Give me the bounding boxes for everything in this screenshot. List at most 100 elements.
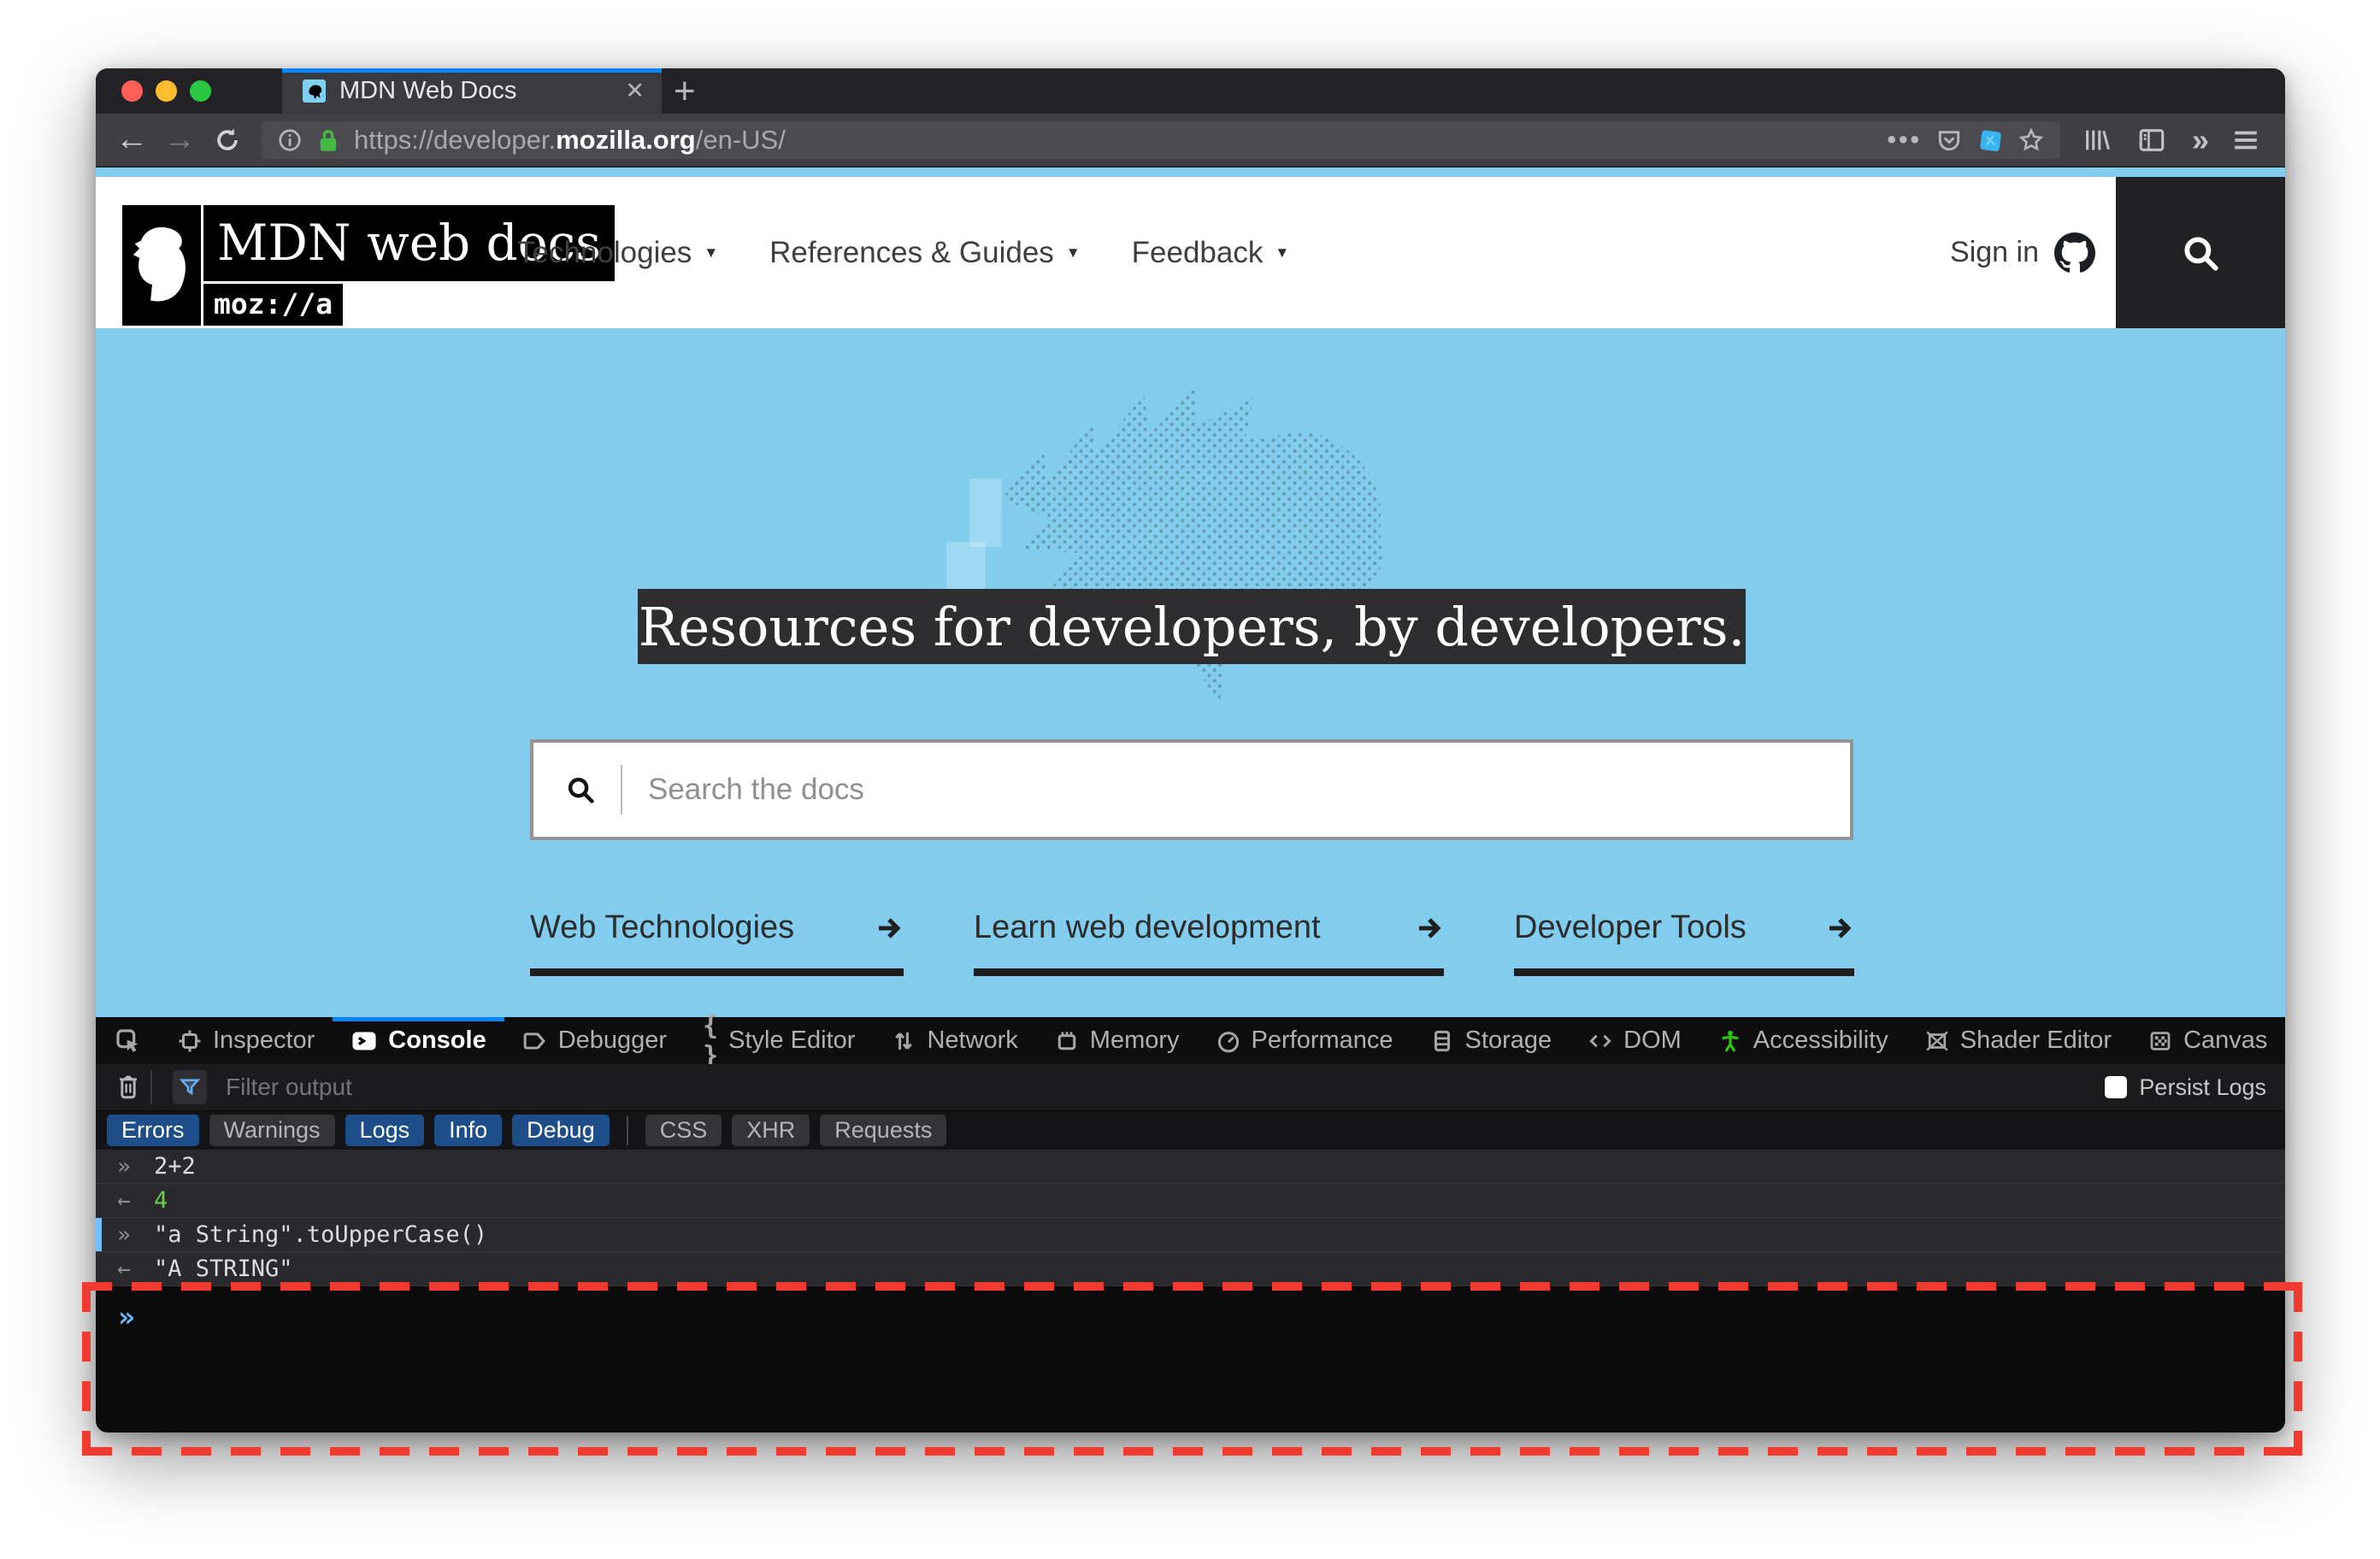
- close-window-button[interactable]: [121, 80, 143, 102]
- docs-search-box[interactable]: [530, 739, 1853, 840]
- filter-output-input[interactable]: [226, 1074, 2106, 1101]
- new-tab-button[interactable]: +: [674, 70, 696, 113]
- divider: [150, 1070, 152, 1104]
- filter-debug[interactable]: Debug: [512, 1115, 610, 1146]
- devtools-tab-style-editor[interactable]: { } Style Editor: [685, 1011, 873, 1071]
- console-input-entry[interactable]: » "a String".toUpperCase(): [96, 1218, 2285, 1252]
- console-input-area[interactable]: »: [96, 1286, 2285, 1433]
- persist-logs-label: Persist Logs: [2139, 1074, 2266, 1100]
- divider: [621, 765, 622, 815]
- devtools-tab-shader-editor[interactable]: Shader Editor: [1906, 1017, 2130, 1064]
- console-result-entry[interactable]: ← "A STRING": [96, 1252, 2285, 1286]
- pick-element-button[interactable]: [115, 1027, 142, 1055]
- site-info-icon[interactable]: [277, 127, 303, 153]
- nav-technologies[interactable]: Technologies ▼: [517, 236, 718, 270]
- mozilla-wordmark: moz://a: [203, 284, 344, 326]
- persist-logs-checkbox[interactable]: [2105, 1076, 2128, 1098]
- filter-funnel-icon: [179, 1079, 201, 1096]
- console-output: » 2+2 ← 4 » "a String".toUpperCase() ← "…: [96, 1150, 2285, 1286]
- mdn-favicon-icon: [303, 79, 326, 103]
- devtools-tab-storage[interactable]: Storage: [1411, 1017, 1570, 1064]
- filter-requests[interactable]: Requests: [820, 1115, 947, 1146]
- browser-toolbar: ← → https://developer.mozilla.org/en-US/…: [96, 114, 2285, 168]
- browser-window: MDN Web Docs ✕ + ← → https://developer.m…: [96, 68, 2285, 1433]
- filter-errors[interactable]: Errors: [107, 1115, 199, 1146]
- extension-icon[interactable]: [1976, 126, 2004, 154]
- github-icon[interactable]: [2054, 232, 2095, 274]
- sign-in[interactable]: Sign in: [1950, 177, 2095, 328]
- browser-tab[interactable]: MDN Web Docs ✕: [282, 68, 662, 114]
- nav-feedback[interactable]: Feedback ▼: [1132, 236, 1290, 270]
- page-top-strip: [96, 168, 2285, 177]
- devtools-tab-dom[interactable]: DOM: [1570, 1017, 1700, 1064]
- devtools-tab-inspector[interactable]: Inspector: [159, 1017, 333, 1064]
- filter-toggle-button[interactable]: [173, 1070, 207, 1104]
- selected-row-marker: [96, 1218, 102, 1251]
- console-expression: "a String".toUpperCase(): [154, 1221, 488, 1248]
- link-learn-web-development[interactable]: Learn web development: [974, 909, 1444, 976]
- reload-button[interactable]: [203, 126, 251, 155]
- traffic-lights: [121, 80, 211, 102]
- sidebar-icon[interactable]: [2137, 126, 2166, 155]
- forward-button[interactable]: →: [156, 121, 203, 158]
- filter-info[interactable]: Info: [434, 1115, 503, 1146]
- inspector-icon: [179, 1030, 201, 1051]
- devtools-tabbar: Inspector Console Debugger { } Style Edi…: [96, 1011, 2285, 1071]
- storage-icon: [1434, 1030, 1450, 1051]
- clear-console-icon[interactable]: [115, 1073, 142, 1102]
- pocket-icon[interactable]: [1935, 126, 1963, 154]
- bookmark-star-icon[interactable]: [2018, 126, 2045, 154]
- library-icon[interactable]: [2082, 126, 2112, 155]
- devtools-tab-canvas[interactable]: Canvas: [2130, 1017, 2285, 1064]
- link-underline: [974, 968, 1444, 976]
- network-icon: [895, 1032, 913, 1050]
- link-web-technologies[interactable]: Web Technologies: [530, 909, 904, 976]
- link-underline: [530, 968, 904, 976]
- tab-close-icon[interactable]: ✕: [625, 79, 645, 103]
- search-icon: [568, 777, 594, 803]
- sign-in-label[interactable]: Sign in: [1950, 236, 2039, 269]
- minimize-window-button[interactable]: [156, 80, 177, 102]
- devtools-tab-accessibility[interactable]: Accessibility: [1700, 1017, 1906, 1064]
- nav-references-guides[interactable]: References & Guides ▼: [769, 236, 1081, 270]
- link-developer-tools[interactable]: Developer Tools: [1514, 909, 1854, 976]
- devtools-tab-performance[interactable]: Performance: [1198, 1017, 1411, 1064]
- mdn-nav: Technologies ▼ References & Guides ▼ Feedb…: [517, 177, 1340, 328]
- console-result-entry[interactable]: ← 4: [96, 1184, 2285, 1218]
- devtools-tab-network[interactable]: Network: [873, 1017, 1035, 1064]
- console-toolbar: Persist Logs: [96, 1064, 2285, 1111]
- secure-lock-icon[interactable]: [316, 127, 340, 153]
- chevron-down-icon: ▼: [1065, 244, 1081, 261]
- back-button[interactable]: ←: [108, 121, 156, 158]
- console-input-entry[interactable]: » 2+2: [96, 1150, 2285, 1184]
- devtools-tab-debugger[interactable]: Debugger: [504, 1017, 685, 1064]
- menu-hamburger-icon[interactable]: [2231, 126, 2260, 155]
- arrow-right-icon: [1418, 917, 1441, 938]
- devtools-tab-console[interactable]: Console: [333, 1017, 504, 1064]
- chevron-down-icon: ▼: [1275, 244, 1290, 261]
- page-actions-icon[interactable]: •••: [1887, 126, 1922, 155]
- url-text[interactable]: https://developer.mozilla.org/en-US/: [354, 125, 786, 156]
- devtools-tab-memory[interactable]: Memory: [1036, 1017, 1198, 1064]
- filter-css[interactable]: CSS: [645, 1115, 722, 1146]
- docs-search-input[interactable]: [648, 773, 1850, 807]
- active-devtools-tab-indicator: [333, 1017, 504, 1021]
- input-chevron-icon: »: [117, 1153, 131, 1180]
- mdn-header: MDN web docs moz://a Technologies ▼ Refer…: [96, 177, 2285, 328]
- arrow-right-icon: [878, 917, 901, 938]
- zoom-window-button[interactable]: [190, 80, 211, 102]
- filter-xhr[interactable]: XHR: [732, 1115, 810, 1146]
- active-tab-indicator: [282, 68, 662, 73]
- filter-warnings[interactable]: Warnings: [209, 1115, 335, 1146]
- search-icon: [2184, 236, 2218, 271]
- divider: [626, 1115, 628, 1145]
- input-chevron-icon: »: [117, 1221, 131, 1248]
- console-result: 4: [154, 1187, 168, 1214]
- filter-logs[interactable]: Logs: [345, 1115, 425, 1146]
- console-result: "A STRING": [154, 1256, 293, 1282]
- url-bar[interactable]: https://developer.mozilla.org/en-US/ •••: [262, 121, 2060, 159]
- header-search-button[interactable]: [2116, 177, 2285, 328]
- persist-logs[interactable]: Persist Logs: [2105, 1074, 2266, 1101]
- devtools-panel: Inspector Console Debugger { } Style Edi…: [96, 1011, 2285, 1433]
- toolbar-overflow-icon[interactable]: »: [2192, 122, 2209, 158]
